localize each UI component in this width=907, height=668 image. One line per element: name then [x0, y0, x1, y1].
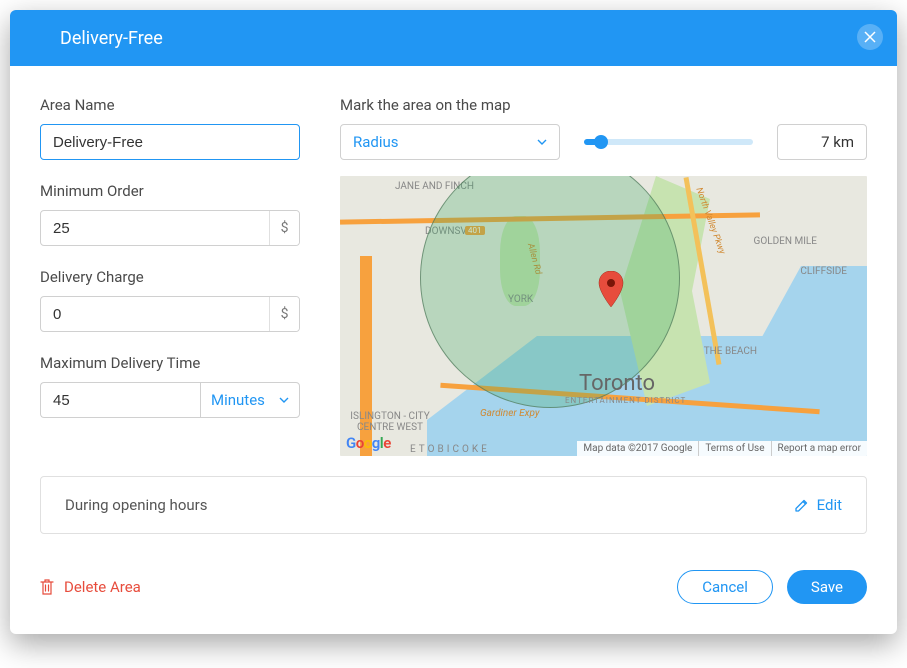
save-button[interactable]: Save — [787, 570, 867, 604]
map-report-link[interactable]: Report a map error — [771, 441, 867, 456]
delivery-charge-currency: $ — [269, 297, 299, 331]
delivery-charge-label: Delivery Charge — [40, 268, 300, 286]
radius-display: 7 km — [777, 124, 867, 160]
dialog-footer: Delete Area Cancel Save — [10, 554, 897, 634]
dialog-header: Delivery-Free — [10, 10, 897, 66]
dialog-title: Delivery-Free — [30, 28, 163, 49]
max-time-unit-value: Minutes — [211, 391, 265, 409]
opening-hours-text: During opening hours — [65, 496, 207, 514]
min-order-currency: $ — [269, 211, 299, 245]
slider-thumb[interactable] — [594, 135, 608, 149]
edit-hours-button[interactable]: Edit — [794, 496, 842, 514]
max-time-input[interactable] — [40, 382, 200, 418]
area-mode-value: Radius — [353, 133, 399, 151]
max-time-label: Maximum Delivery Time — [40, 354, 300, 372]
map-label: GOLDEN MILE — [754, 236, 817, 247]
map-label: CLIFFSIDE — [800, 266, 847, 277]
map-district-label: ENTERTAINMENT DISTRICT — [565, 396, 686, 405]
area-name-label: Area Name — [40, 96, 300, 114]
map-terms-link[interactable]: Terms of Use — [698, 441, 770, 456]
map-data-text: Map data ©2017 Google — [577, 441, 698, 456]
delivery-charge-input[interactable] — [40, 296, 300, 332]
google-logo: Google — [346, 434, 391, 452]
radius-slider[interactable] — [574, 139, 763, 145]
chevron-down-icon — [537, 139, 547, 145]
min-order-input[interactable] — [40, 210, 300, 246]
map-city-label: Toronto — [579, 371, 655, 396]
map-label: THE BEACH — [704, 346, 757, 357]
min-order-label: Minimum Order — [40, 182, 300, 200]
pencil-icon — [794, 498, 809, 513]
delete-area-button[interactable]: Delete Area — [40, 578, 141, 596]
close-icon — [864, 31, 876, 43]
area-name-input[interactable] — [40, 124, 300, 160]
map-pin-icon — [598, 271, 624, 309]
cancel-button[interactable]: Cancel — [677, 570, 773, 604]
opening-hours-row: During opening hours Edit — [40, 476, 867, 534]
chevron-down-icon — [279, 397, 289, 403]
edit-label: Edit — [817, 496, 842, 514]
max-time-unit-select[interactable]: Minutes — [200, 382, 300, 418]
map-label: ISLINGTON - CITY CENTRE WEST — [350, 411, 430, 433]
area-mode-select[interactable]: Radius — [340, 124, 560, 160]
close-button[interactable] — [857, 24, 883, 50]
map-label: Gardiner Expy — [480, 408, 539, 419]
map-attribution: Map data ©2017 Google Terms of Use Repor… — [577, 441, 867, 456]
delete-label: Delete Area — [64, 578, 141, 596]
mark-area-label: Mark the area on the map — [340, 96, 867, 114]
trash-icon — [40, 579, 54, 595]
map-label: ETOBICOKE — [410, 444, 490, 455]
delivery-area-dialog: Delivery-Free Area Name Minimum Order $ … — [10, 10, 897, 634]
map-canvas[interactable]: JANE AND FINCH DOWNSVIEW YORK ISLINGTON … — [340, 176, 867, 456]
